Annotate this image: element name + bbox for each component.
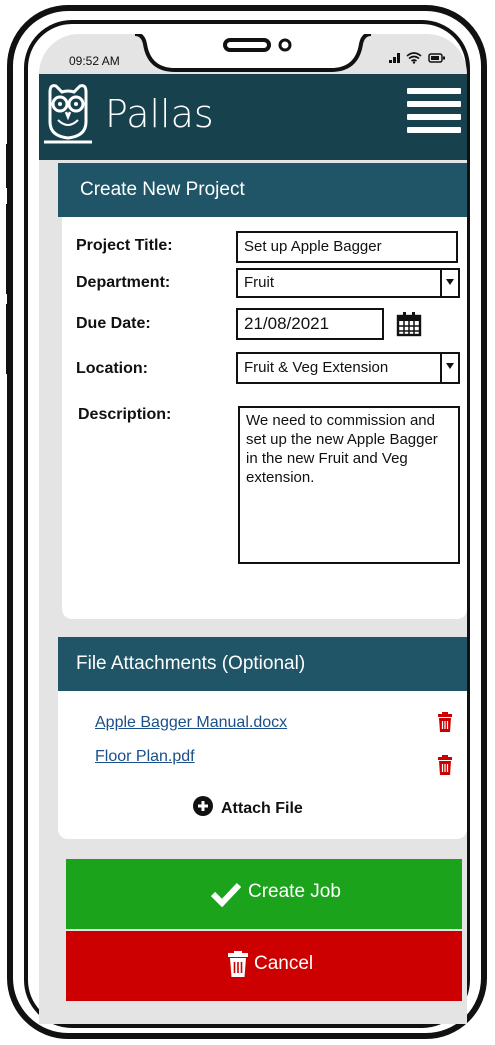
due-date-label: Due Date: bbox=[76, 315, 151, 332]
phone-notch bbox=[135, 34, 371, 72]
menu-bar bbox=[407, 127, 461, 133]
status-time: 09:52 AM bbox=[69, 54, 120, 68]
menu-bar bbox=[407, 88, 461, 94]
project-title-label: Project Title: bbox=[76, 237, 173, 254]
file-link[interactable]: Apple Bagger Manual.docx bbox=[95, 714, 287, 732]
delete-file-icon[interactable] bbox=[436, 712, 454, 732]
menu-bar bbox=[407, 101, 461, 107]
department-label: Department: bbox=[76, 274, 171, 291]
menu-bar bbox=[407, 114, 461, 120]
app-header: Pallas bbox=[39, 74, 467, 160]
department-value: Fruit bbox=[244, 274, 274, 291]
plus-circle-icon bbox=[193, 796, 213, 816]
trash-icon bbox=[228, 951, 248, 977]
cancel-label: Cancel bbox=[254, 953, 314, 974]
status-icons bbox=[389, 50, 447, 67]
file-link[interactable]: Floor Plan.pdf bbox=[95, 748, 195, 766]
location-label: Location: bbox=[76, 360, 148, 377]
app-title: Pallas bbox=[105, 92, 214, 136]
chevron-down-icon bbox=[440, 270, 458, 296]
create-job-label: Create Job bbox=[248, 881, 341, 902]
checkmark-icon bbox=[210, 882, 242, 907]
project-title-input[interactable]: Set up Apple Bagger bbox=[236, 231, 458, 263]
location-select[interactable]: Fruit & Veg Extension bbox=[236, 352, 460, 384]
cancel-button[interactable]: Cancel bbox=[66, 931, 462, 1001]
description-textarea[interactable]: We need to commission and set up the new… bbox=[238, 406, 460, 564]
description-label: Description: bbox=[78, 406, 172, 423]
signal-wifi-battery-icon bbox=[389, 52, 445, 64]
department-select[interactable]: Fruit bbox=[236, 268, 460, 298]
hamburger-menu-icon[interactable] bbox=[407, 88, 461, 136]
delete-file-icon[interactable] bbox=[436, 755, 454, 775]
location-value: Fruit & Veg Extension bbox=[244, 359, 389, 376]
project-card-heading: Create New Project bbox=[58, 163, 467, 217]
calendar-icon[interactable] bbox=[396, 311, 422, 337]
project-form-card: Create New Project Project Title: Set up… bbox=[58, 163, 467, 619]
create-job-button[interactable]: Create Job bbox=[66, 859, 462, 929]
phone-frame: 09:52 AM Pallas Create New Project Proje… bbox=[6, 4, 488, 1040]
attach-file-button[interactable]: Attach File bbox=[193, 796, 303, 818]
chevron-down-icon bbox=[440, 354, 458, 382]
due-date-input[interactable]: 21/08/2021 bbox=[236, 308, 384, 340]
app-screen: 09:52 AM Pallas Create New Project Proje… bbox=[39, 34, 467, 1024]
attachments-card: File Attachments (Optional) Apple Bagger… bbox=[58, 637, 467, 839]
owl-icon[interactable] bbox=[44, 82, 92, 146]
attach-file-label: Attach File bbox=[221, 800, 303, 817]
attachments-card-heading: File Attachments (Optional) bbox=[58, 637, 467, 691]
